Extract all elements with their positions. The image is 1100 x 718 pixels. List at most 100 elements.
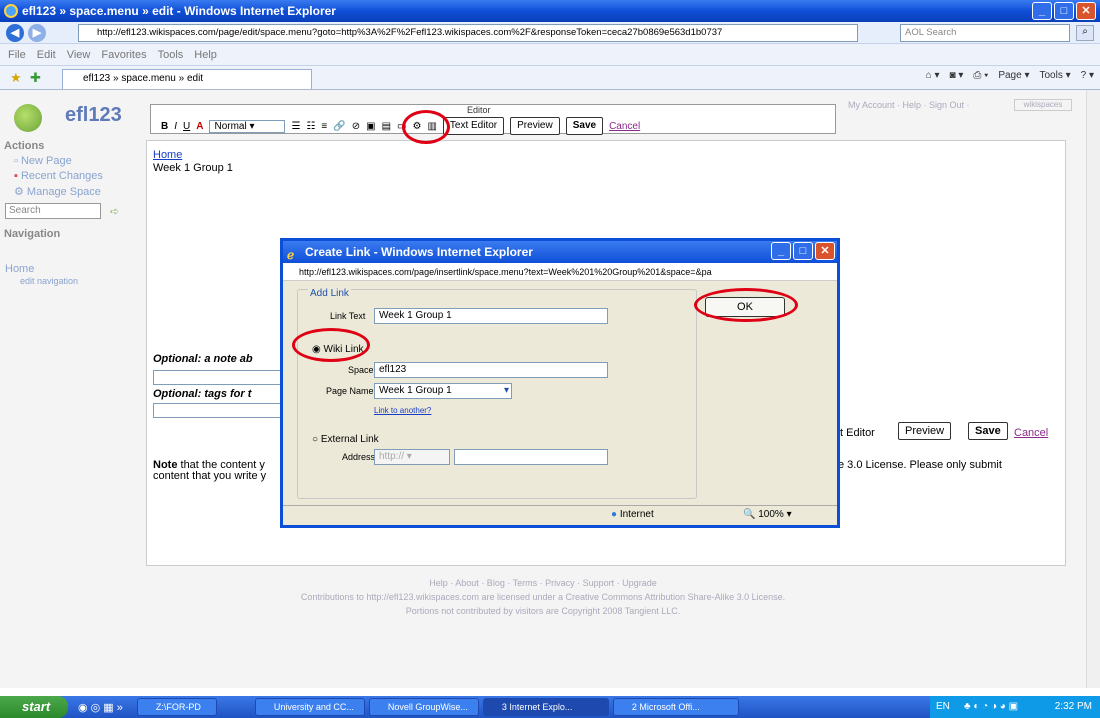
start-button[interactable]: start (0, 696, 68, 718)
quick-launch-icons[interactable]: ◉ ◎ ▦ » (78, 701, 123, 714)
link-text-label: Link Text (330, 311, 366, 321)
optional-tags-label: Optional: tags for t (153, 388, 252, 400)
clock[interactable]: 2:32 PM (1055, 701, 1092, 712)
protocol-select[interactable]: http:// ▾ (374, 449, 450, 465)
page-name-label: Page Name (326, 386, 374, 396)
unlink-icon[interactable]: ⊘ (352, 121, 360, 132)
menu-file[interactable]: File (8, 49, 26, 61)
dialog-maximize-button[interactable]: □ (793, 242, 813, 260)
page-menu[interactable]: Page ▾ (998, 70, 1029, 81)
taskbar: start ◉ ◎ ▦ » Z:\FOR-PD University and C… (0, 696, 1100, 718)
preview-button[interactable]: Preview (510, 117, 560, 135)
zoom-level[interactable]: 🔍 100% ▾ (743, 509, 792, 520)
menu-view[interactable]: View (67, 49, 91, 61)
address-label: Address (342, 452, 376, 462)
bullet-list-icon[interactable]: ☷ (306, 121, 315, 132)
menu-favorites[interactable]: Favorites (101, 49, 146, 61)
help-icon[interactable]: ? ▾ (1081, 70, 1094, 81)
add-link-legend: Add Link (308, 288, 351, 299)
maximize-button[interactable]: □ (1054, 2, 1074, 20)
forward-icon[interactable]: ▶ (28, 24, 46, 42)
window-titlebar: efl123 » space.menu » edit - Windows Int… (0, 0, 1100, 22)
menu-help[interactable]: Help (194, 49, 217, 61)
search-go-icon[interactable]: ➪ (110, 205, 119, 218)
underline-icon[interactable]: U (183, 121, 190, 132)
add-favorite-icon[interactable]: ✚ (30, 70, 41, 86)
window-title: efl123 » space.menu » edit - Windows Int… (22, 4, 336, 18)
hr-icon[interactable]: ≡ (321, 121, 327, 132)
optional-note-label: Optional: a note ab (153, 353, 253, 365)
menu-tools[interactable]: Tools (158, 49, 184, 61)
format-select[interactable]: Normal ▾ (209, 119, 286, 133)
nav-home-link[interactable]: Home (5, 263, 34, 275)
text-color-icon[interactable]: A (196, 121, 203, 132)
aol-search-input[interactable]: AOL Search (900, 24, 1070, 42)
minimize-button[interactable]: _ (1032, 2, 1052, 20)
tools-menu[interactable]: Tools ▾ (1039, 70, 1070, 81)
space-label: Space (348, 365, 374, 375)
text-editor-button[interactable]: Text Editor (442, 117, 505, 135)
footer-license: Contributions to http://efl123.wikispace… (300, 592, 786, 602)
image-icon[interactable]: ▣ (366, 121, 375, 132)
site-search-input[interactable]: Search (5, 203, 101, 219)
bold-icon[interactable]: B (161, 121, 168, 132)
navigation-heading: Navigation (4, 228, 61, 240)
wikispaces-badge[interactable]: wikispaces (1014, 99, 1072, 111)
recent-changes-link[interactable]: ▪ Recent Changes (14, 170, 103, 182)
feeds-icon[interactable]: ◙ ▾ (950, 70, 964, 81)
footer-links[interactable]: Help · About · Blog · Terms · Privacy · … (0, 578, 1086, 588)
italic-icon[interactable]: I (174, 121, 177, 132)
tab-row: ★ ✚ efl123 » space.menu » edit ⌂ ▾ ◙ ▾ ⎙… (0, 66, 1100, 90)
page-name-select[interactable]: Week 1 Group 1 ▾ (374, 383, 512, 399)
back-icon[interactable]: ◀ (6, 24, 24, 42)
task-university[interactable]: University and CC... (254, 698, 365, 716)
external-link-radio[interactable]: ○ External Link (312, 434, 379, 445)
address-input[interactable]: http://efl123.wikispaces.com/page/edit/s… (78, 24, 858, 42)
new-page-icon: ▫ (14, 155, 21, 167)
actions-heading: Actions (4, 140, 45, 152)
bottom-cancel-link[interactable]: Cancel (1014, 427, 1048, 439)
link-text-input[interactable]: Week 1 Group 1 (374, 308, 608, 324)
bottom-save-button[interactable]: Save (968, 422, 1008, 440)
dialog-address: http://efl123.wikispaces.com/page/insert… (283, 263, 837, 281)
dialog-minimize-button[interactable]: _ (771, 242, 791, 260)
task-internet-explorer[interactable]: 3 Internet Explo... (482, 698, 609, 716)
menu-edit[interactable]: Edit (37, 49, 56, 61)
task-folder[interactable]: Z:\FOR-PD (136, 698, 217, 716)
menu-bar: File Edit View Favorites Tools Help (0, 44, 1100, 66)
cancel-link[interactable]: Cancel (609, 121, 640, 132)
home-link[interactable]: Home (153, 149, 182, 161)
link-icon[interactable]: 🔗 (333, 121, 345, 132)
print-icon[interactable]: ⎙ ▾ (973, 70, 988, 81)
save-button[interactable]: Save (565, 117, 604, 135)
manage-space-link[interactable]: ⚙ Manage Space (14, 185, 101, 198)
task-groupwise[interactable]: Novell GroupWise... (368, 698, 479, 716)
task-microsoft-office[interactable]: 2 Microsoft Offi... (612, 698, 739, 716)
ie-icon (4, 4, 18, 18)
dialog-close-button[interactable]: ✕ (815, 242, 835, 260)
bottom-text-editor-button[interactable]: t Editor (840, 427, 875, 439)
ordered-list-icon[interactable]: ☰ (291, 121, 300, 132)
account-links[interactable]: My Account · Help · Sign Out · (848, 100, 970, 110)
site-name[interactable]: efl123 (65, 104, 122, 127)
dialog-title: Create Link - Windows Internet Explorer (305, 245, 533, 259)
editor-toolbar: Editor B I U A Normal ▾ ☰ ☷ ≡ 🔗 ⊘ ▣ ▤ ▭ … (150, 104, 836, 135)
annotation-circle-wiki-link (292, 328, 370, 362)
vertical-scrollbar[interactable] (1086, 90, 1100, 688)
dialog-titlebar: ℯ Create Link - Windows Internet Explore… (283, 241, 837, 263)
file-icon[interactable]: ▤ (382, 121, 391, 132)
favorites-star-icon[interactable]: ★ (10, 70, 22, 86)
new-page-link[interactable]: ▫ New Page (14, 155, 72, 167)
close-button[interactable]: ✕ (1076, 2, 1096, 20)
home-icon[interactable]: ⌂ ▾ (926, 70, 940, 81)
search-icon[interactable]: ⌕ (1076, 25, 1094, 41)
tray-icons[interactable]: ♣ ◐ ◔ ◑ ◕ ▣ (964, 696, 1018, 718)
bottom-preview-button[interactable]: Preview (898, 422, 952, 440)
link-to-another-link[interactable]: Link to another? (374, 406, 431, 415)
space-input[interactable]: efl123 (374, 362, 608, 378)
note-text-line2: content that you write y (153, 470, 267, 482)
edit-navigation-link[interactable]: edit navigation (20, 276, 78, 286)
language-indicator[interactable]: EN (936, 696, 950, 718)
external-address-input[interactable] (454, 449, 608, 465)
browser-tab[interactable]: efl123 » space.menu » edit (62, 69, 312, 89)
